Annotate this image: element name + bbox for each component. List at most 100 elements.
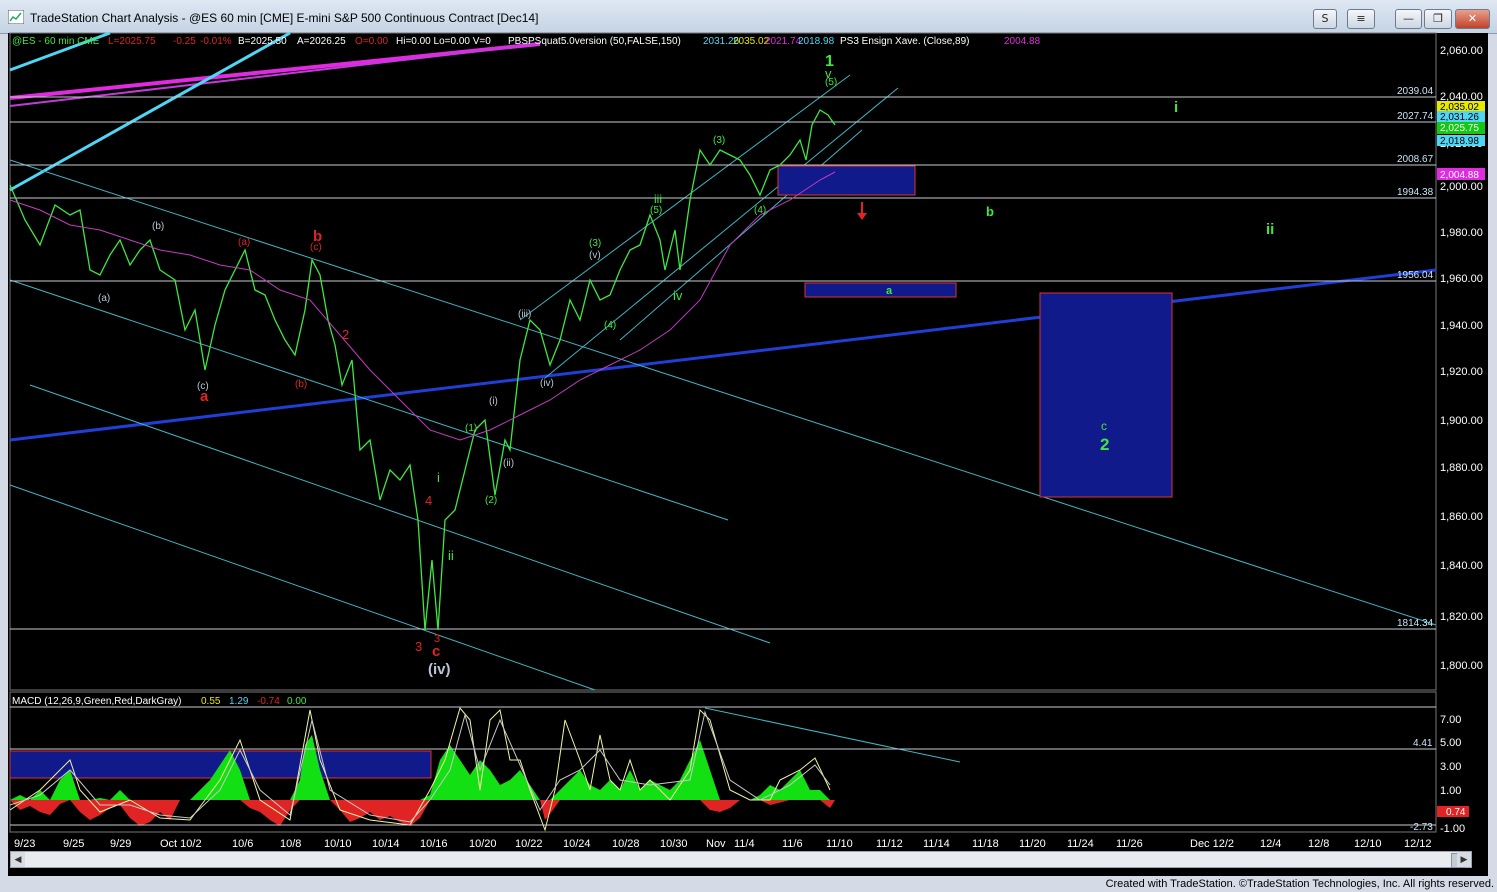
scroll-right-icon[interactable]: ▶: [1457, 852, 1471, 867]
legend-ma: PS3 Ensign Xave. (Close,89): [840, 36, 970, 47]
macd-legend-v4: 0.00: [287, 696, 307, 707]
wave-label: (iv): [428, 661, 451, 678]
date-tick: 9/29: [110, 838, 131, 850]
date-tick: 10/20: [469, 838, 497, 850]
macd-tick-1: 1.00: [1440, 785, 1461, 797]
date-tick: 12/10: [1354, 838, 1382, 850]
price-tick-1960: 1,960.00: [1440, 273, 1483, 285]
wave-label: (b): [295, 379, 307, 390]
date-tick: 11/12: [876, 838, 903, 850]
legend-study: PBSPSquat5.0version (50,FALSE,150): [508, 36, 681, 47]
tag-2018: 2,018.98: [1440, 136, 1479, 147]
target-box-c2[interactable]: [1039, 292, 1173, 498]
date-tick: 11/10: [826, 838, 853, 850]
macd-legend-v2: 1.29: [229, 696, 249, 707]
date-tick: 11/26: [1116, 838, 1143, 850]
level-1814: 1814.34: [1397, 618, 1434, 629]
date-tick: 10/30: [660, 838, 688, 850]
legend-ask: A=2026.25: [297, 36, 346, 47]
wave-label: (3): [589, 238, 601, 249]
price-tick-1940: 1,940.00: [1440, 320, 1483, 332]
date-tick: 10/16: [420, 838, 448, 850]
wave-label: (5): [825, 77, 837, 88]
wave-label: (5): [650, 205, 662, 216]
date-tick: 12/4: [1260, 838, 1281, 850]
wave-label: 3: [415, 639, 422, 654]
date-tick: Nov: [706, 838, 726, 850]
price-tick-1880: 1,880.00: [1440, 462, 1483, 474]
date-tick: 11/6: [782, 838, 803, 850]
price-tick-1820: 1,820.00: [1440, 611, 1483, 623]
macd-tick-neg1: -1.00: [1440, 823, 1465, 835]
price-tick-2000: 2,000.00: [1440, 181, 1483, 193]
legend-study-v4: 2018.98: [798, 36, 835, 47]
date-tick: 10/6: [232, 838, 253, 850]
wave-label: (v): [589, 250, 601, 261]
wave-label: c: [1101, 419, 1107, 433]
price-tick-1860: 1,860.00: [1440, 511, 1483, 523]
legend-pct: -0.01%: [200, 36, 232, 47]
legend-open: O=0.00: [355, 36, 389, 47]
wave-label: 4: [425, 493, 432, 508]
tag-2025: 2,025.75: [1440, 123, 1479, 134]
wave-label: (c): [197, 381, 209, 392]
macd-legend-name: MACD (12,26,9,Green,Red,DarkGray): [12, 696, 182, 707]
wave-label: i: [437, 470, 440, 485]
wave-label: (4): [754, 205, 766, 216]
date-tick: 9/23: [14, 838, 35, 850]
wave-label: (ii): [503, 458, 514, 469]
macd-legend-v3: -0.74: [257, 696, 280, 707]
wave-label: 2: [342, 327, 349, 342]
wave-label: (iii): [518, 309, 531, 320]
tag-2004: 2,004.88: [1440, 170, 1479, 181]
wave-label: ii: [448, 548, 454, 563]
level-2027: 2027.74: [1397, 111, 1434, 122]
macd-level-273: -2.73: [1410, 822, 1433, 833]
chart-scrollbar[interactable]: ◀ ▶: [10, 851, 1472, 868]
date-tick: 10/22: [515, 838, 543, 850]
price-tick-1840: 1,840.00: [1440, 560, 1483, 572]
date-tick: 12/12: [1404, 838, 1432, 850]
level-2008: 2008.67: [1397, 154, 1434, 165]
legend-last: L=2025.75: [108, 36, 156, 47]
wave-label: c: [432, 643, 440, 660]
wave-label: (4): [604, 320, 616, 331]
price-tick-1800: 1,800.00: [1440, 660, 1483, 672]
macd-level-441: 4.41: [1413, 738, 1433, 749]
scroll-left-icon[interactable]: ◀: [11, 852, 25, 867]
macd-tag-074: 0.74: [1446, 807, 1466, 818]
copyright-footer: Created with TradeStation. ©TradeStation…: [1105, 878, 1494, 890]
wave-label: (b): [152, 221, 164, 232]
price-tick-1980: 1,980.00: [1440, 227, 1483, 239]
date-tick: 11/4: [734, 838, 755, 850]
chart-canvas[interactable]: 2,060.00 2,040.00 2,020.00 2,000.00 1,98…: [0, 0, 1497, 892]
date-tick: 11/24: [1067, 838, 1094, 850]
wave-label: iii: [654, 192, 662, 206]
date-tick: 9/25: [63, 838, 84, 850]
legend-study-v3: 2021.74: [765, 36, 802, 47]
target-box-a[interactable]: [804, 282, 957, 298]
wave-label: i: [1174, 99, 1178, 116]
date-tick: Oct 10/2: [160, 838, 202, 850]
wave-label: (iv): [540, 378, 554, 389]
macd-tick-5: 5.00: [1440, 737, 1461, 749]
wave-label: (3): [713, 135, 725, 146]
price-tick-1920: 1,920.00: [1440, 366, 1483, 378]
wave-label: (1): [465, 423, 477, 434]
macd-legend: MACD (12,26,9,Green,Red,DarkGray) 0.55 1…: [12, 696, 307, 707]
date-tick: 11/14: [923, 838, 950, 850]
wave-label: (i): [489, 396, 498, 407]
level-1956: 1956.04: [1397, 270, 1434, 281]
level-2039: 2039.04: [1397, 86, 1434, 97]
level-1994: 1994.38: [1397, 187, 1434, 198]
wave-label: b: [986, 204, 994, 219]
wave-label: iv: [673, 288, 683, 303]
axis-tags: 2,035.02 2,031.26 2,025.75 2,018.98 2,00…: [1437, 101, 1485, 181]
date-tick: 10/28: [612, 838, 640, 850]
target-box-1[interactable]: [777, 165, 916, 196]
date-tick: 12/8: [1308, 838, 1329, 850]
date-axis: 9/23 9/25 9/29 Oct 10/2 10/6 10/8 10/10 …: [14, 838, 1432, 850]
legend-bid: B=2025.50: [238, 36, 287, 47]
macd-tick-7: 7.00: [1440, 714, 1461, 726]
wave-label: (2): [485, 495, 497, 506]
